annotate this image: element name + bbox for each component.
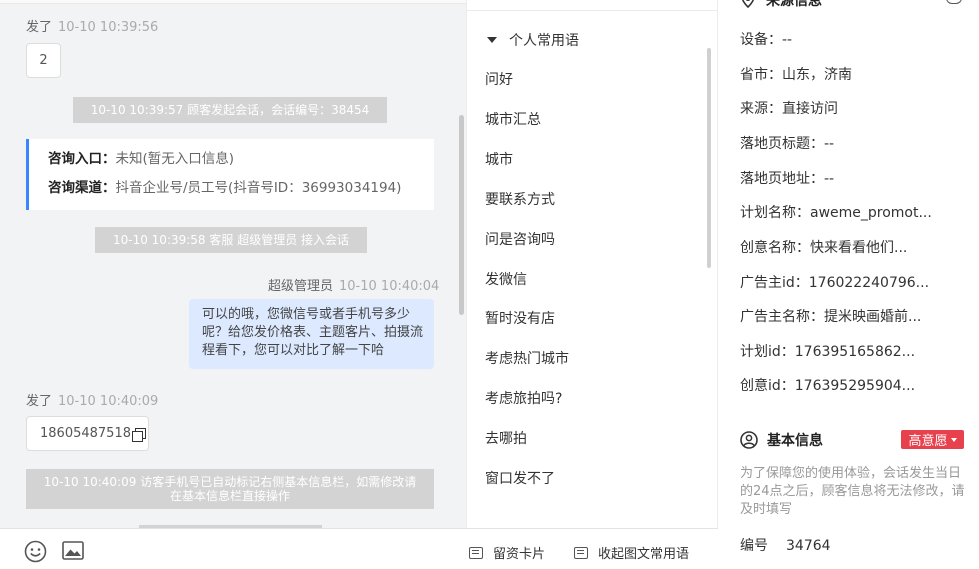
phrase-item[interactable]: 暂时没有店 <box>485 308 555 328</box>
message-meta: 发了 10-10 10:39:56 <box>26 16 158 35</box>
message-meta: 超级管理员 10-10 10:40:04 <box>268 275 439 294</box>
customer-id-label: 编号 <box>740 538 768 554</box>
consult-entry-row: 咨询入口：未知(暂无入口信息) <box>48 148 434 177</box>
message-text: 18605487518 <box>40 426 131 441</box>
input-toolbar: 留资卡片 收起图文常用语 <box>0 528 718 569</box>
user-circle-icon <box>740 431 758 449</box>
emoji-icon[interactable] <box>24 540 47 567</box>
phrase-item[interactable]: 考虑旅拍吗? <box>485 388 562 408</box>
info-advertiser-name: 广告主名称：提米映画婚前... <box>740 309 922 325</box>
system-message-text: 10-10 10:40:09 访客手机号已自动标记右侧基本信息栏，如需修改请在基… <box>43 475 417 503</box>
info-landing-title: 落地页标题：-- <box>740 136 835 152</box>
lead-card-label: 留资卡片 <box>493 547 546 562</box>
customer-info-panel: 来源信息 设备：-- 省市：山东，济南 来源：直接访问 落地页标题：-- 落地页… <box>718 0 979 569</box>
consult-channel-row: 咨询渠道：抖音企业号/员工号(抖音号ID：36993034194) <box>48 177 434 206</box>
phrase-item[interactable]: 城市汇总 <box>485 109 541 129</box>
info-province-city: 省市：山东，济南 <box>740 67 852 83</box>
consult-entry-value: 未知(暂无入口信息) <box>115 151 235 167</box>
customer-id-row: 编号 34764 <box>740 535 831 555</box>
copy-icon[interactable] <box>131 427 146 442</box>
message-time: 10-10 10:40:09 <box>58 394 159 409</box>
source-info-title: 来源信息 <box>766 0 822 9</box>
chat-scrollbar[interactable] <box>459 115 464 315</box>
info-advertiser-id: 广告主id：176022240796... <box>740 275 930 291</box>
phrase-group-label: 个人常用语 <box>509 33 579 49</box>
chat-header-strip <box>0 0 466 4</box>
chat-message-area: 发了 10-10 10:39:56 2 10-10 10:39:57 顾客发起会话… <box>0 0 466 528</box>
info-device: 设备：-- <box>740 32 793 48</box>
customer-id-value: 34764 <box>786 538 831 554</box>
basic-info-title: 基本信息 <box>767 433 823 449</box>
consult-info-card: 咨询入口：未知(暂无入口信息) 咨询渠道：抖音企业号/员工号(抖音号ID：369… <box>26 139 434 210</box>
message-time: 10-10 10:40:04 <box>339 279 440 294</box>
customer-message-bubble: 18605487518 <box>26 416 149 451</box>
system-message: 10-10 10:39:58 客服 超级管理员 接入会话 <box>95 227 367 253</box>
consult-entry-label: 咨询入口： <box>48 151 116 167</box>
agent-message-bubble: 可以的哦，您微信号或者手机号多少呢？给您发价格表、主题客片、拍摄流程看下，您可以… <box>189 299 434 369</box>
info-creative-id: 创意id：176395295904... <box>740 378 916 394</box>
info-plan-name: 计划名称：aweme_promot... <box>740 205 932 221</box>
message-icon <box>574 546 588 559</box>
quick-phrases-panel: 个人常用语 问好 城市汇总 城市 要联系方式 问是咨询吗 发微信 暂时没有店 考… <box>466 0 719 528</box>
intent-level-dropdown[interactable]: 高意愿 <box>901 430 964 449</box>
info-source: 来源：直接访问 <box>740 101 838 117</box>
message-meta: 发了 10-10 10:40:09 <box>26 390 158 409</box>
message-sender: 发了 <box>26 394 53 409</box>
lead-card-button[interactable]: 留资卡片 <box>469 543 545 562</box>
system-message: 10-10 10:40:09 访客手机号已自动标记右侧基本信息栏，如需修改请在基… <box>26 469 434 509</box>
intent-level-label: 高意愿 <box>908 434 948 449</box>
message-time: 10-10 10:39:56 <box>58 20 159 35</box>
edit-icon[interactable] <box>946 0 962 4</box>
phrase-item[interactable]: 问是咨询吗 <box>485 229 555 249</box>
basic-info-header: 基本信息 <box>740 430 823 450</box>
message-sender: 发了 <box>26 20 53 35</box>
image-icon[interactable] <box>62 541 84 564</box>
phrase-item[interactable]: 要联系方式 <box>485 189 555 209</box>
info-landing-url: 落地页地址：-- <box>740 171 835 187</box>
panel-divider <box>467 10 719 11</box>
message-text: 可以的哦，您微信号或者手机号多少呢？给您发价格表、主题客片、拍摄流程看下，您可以… <box>202 307 424 358</box>
location-pin-icon <box>741 0 755 8</box>
message-sender: 超级管理员 <box>268 279 334 294</box>
consult-channel-label: 咨询渠道： <box>48 180 116 196</box>
message-text: 2 <box>39 53 48 68</box>
system-message-text: 10-10 10:39:58 客服 超级管理员 接入会话 <box>112 233 350 247</box>
phrase-item[interactable]: 考虑热门城市 <box>485 348 569 368</box>
phrase-item[interactable]: 发微信 <box>485 269 527 289</box>
source-info-header: 来源信息 <box>740 0 822 10</box>
info-plan-id: 计划id：176395165862... <box>740 344 916 360</box>
phrase-item[interactable]: 问好 <box>485 69 513 89</box>
edit-deadline-notice: 为了保障您的使用体验，会话发生当日的24点之后，顾客信息将无法修改，请及时填写 <box>740 466 965 517</box>
phrase-item[interactable]: 窗口发不了 <box>485 468 555 488</box>
caret-down-icon <box>487 37 497 43</box>
phrases-scrollbar[interactable] <box>707 48 711 268</box>
collapse-phrases-label: 收起图文常用语 <box>598 547 690 562</box>
card-icon <box>469 546 483 559</box>
system-message: 10-10 10:39:57 顾客发起会话，会话编号：38454 <box>73 97 387 123</box>
phrase-item[interactable]: 城市 <box>485 149 513 169</box>
consult-channel-value: 抖音企业号/员工号(抖音号ID：36993034194) <box>115 180 402 196</box>
phrase-item[interactable]: 去哪拍 <box>485 428 527 448</box>
info-creative-name: 创意名称：快来看看他们... <box>740 240 908 256</box>
collapse-phrases-button[interactable]: 收起图文常用语 <box>574 543 689 562</box>
phrase-group-header[interactable]: 个人常用语 <box>487 30 579 50</box>
caret-down-icon <box>950 437 957 442</box>
system-message-text: 10-10 10:39:57 顾客发起会话，会话编号：38454 <box>90 103 370 117</box>
customer-message-bubble: 2 <box>26 43 61 78</box>
